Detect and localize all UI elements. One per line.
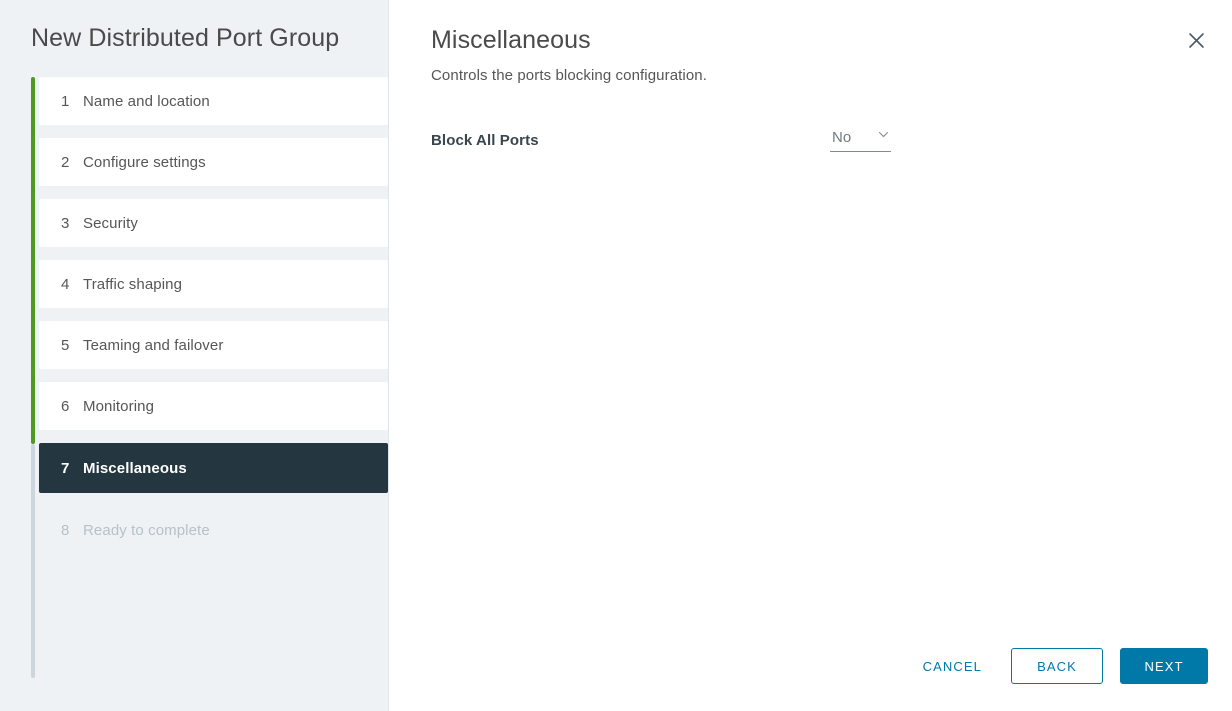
sidebar-step-traffic-shaping[interactable]: 4 Traffic shaping: [39, 260, 388, 308]
step-label: Monitoring: [83, 397, 155, 415]
block-all-ports-label: Block All Ports: [431, 131, 539, 149]
step-rail-pending: [31, 444, 35, 678]
step-number: 5: [61, 336, 70, 354]
sidebar-step-configure-settings[interactable]: 2 Configure settings: [39, 138, 388, 186]
block-all-ports-select[interactable]: No: [830, 128, 891, 152]
miscellaneous-form: Block All Ports No: [389, 84, 1232, 152]
chevron-down-icon: [877, 128, 890, 146]
page-subtitle: Controls the ports blocking configuratio…: [431, 67, 708, 84]
new-distributed-port-group-wizard: New Distributed Port Group 1 Name and lo…: [0, 0, 1232, 711]
step-label: Name and location: [83, 92, 210, 110]
cancel-button[interactable]: CANCEL: [905, 648, 1000, 684]
wizard-title: New Distributed Port Group: [31, 24, 340, 52]
step-rail-complete: [31, 77, 35, 444]
step-label: Teaming and failover: [83, 336, 224, 354]
close-icon[interactable]: [1182, 26, 1210, 54]
step-label: Ready to complete: [83, 521, 210, 539]
sidebar-step-teaming-and-failover[interactable]: 5 Teaming and failover: [39, 321, 388, 369]
wizard-footer: CANCEL BACK NEXT: [905, 648, 1208, 684]
block-all-ports-row: Block All Ports No: [431, 128, 891, 152]
step-number: 8: [61, 521, 70, 539]
step-label: Miscellaneous: [83, 459, 187, 477]
step-label: Security: [83, 214, 138, 232]
sidebar-step-name-and-location[interactable]: 1 Name and location: [39, 77, 388, 125]
wizard-main-panel: Miscellaneous Controls the ports blockin…: [389, 0, 1232, 711]
page-title: Miscellaneous: [431, 26, 591, 54]
step-number: 1: [61, 92, 70, 110]
back-button[interactable]: BACK: [1011, 648, 1103, 684]
sidebar-step-ready-to-complete: 8 Ready to complete: [39, 506, 388, 554]
wizard-sidebar: New Distributed Port Group 1 Name and lo…: [0, 0, 389, 711]
wizard-step-list: 1 Name and location 2 Configure settings…: [0, 77, 388, 678]
step-number: 7: [61, 459, 70, 477]
sidebar-step-miscellaneous[interactable]: 7 Miscellaneous: [39, 443, 388, 493]
step-number: 4: [61, 275, 70, 293]
step-number: 2: [61, 153, 70, 171]
step-label: Traffic shaping: [83, 275, 183, 293]
sidebar-step-security[interactable]: 3 Security: [39, 199, 388, 247]
block-all-ports-value: No: [832, 128, 852, 146]
sidebar-step-monitoring[interactable]: 6 Monitoring: [39, 382, 388, 430]
next-button[interactable]: NEXT: [1120, 648, 1208, 684]
step-label: Configure settings: [83, 153, 206, 171]
step-number: 6: [61, 397, 70, 415]
step-number: 3: [61, 214, 70, 232]
